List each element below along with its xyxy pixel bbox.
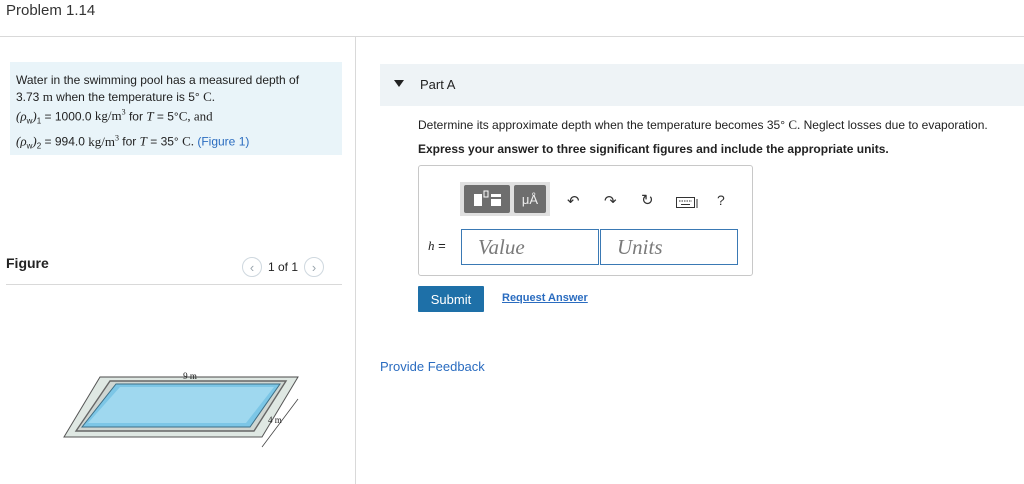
pool-figure: 9 m 4 m <box>63 371 299 448</box>
prev-figure-button[interactable]: ‹ <box>242 257 262 277</box>
problem-title: Problem 1.14 <box>6 2 96 19</box>
figure-link[interactable]: (Figure 1) <box>197 135 249 149</box>
pool-water-highlight <box>88 387 274 423</box>
units-label: μÅ <box>521 191 539 207</box>
problem-statement: Water in the swimming pool has a measure… <box>10 62 342 155</box>
undo-icon[interactable]: ↶ <box>567 192 580 210</box>
problem-line-2: 3.73 m when the temperature is 5° C. <box>16 88 215 104</box>
template-icon <box>474 190 501 206</box>
answer-variable: h = <box>428 238 446 253</box>
units-input[interactable]: Units <box>600 229 738 265</box>
units-button[interactable]: μÅ <box>514 185 546 213</box>
reset-icon[interactable]: ↻ <box>641 191 654 209</box>
help-button[interactable]: ? <box>717 192 725 208</box>
dim-length-label: 9 m <box>183 371 197 381</box>
value-input[interactable]: Value <box>461 229 599 265</box>
part-a-label: Part A <box>420 77 456 92</box>
request-answer-link[interactable]: Request Answer <box>502 292 588 304</box>
problem-line-1: Water in the swimming pool has a measure… <box>16 73 300 87</box>
collapse-triangle-icon[interactable] <box>394 80 404 87</box>
next-figure-button[interactable]: › <box>304 257 325 277</box>
pager-text: 1 of 1 <box>268 260 299 274</box>
provide-feedback-link[interactable]: Provide Feedback <box>380 359 485 374</box>
figure-pager: ‹ 1 of 1 › <box>242 256 325 278</box>
chevron-right-icon: › <box>311 259 317 275</box>
template-button[interactable] <box>464 185 510 213</box>
chevron-left-icon: ‹ <box>249 259 255 275</box>
figure-heading: Figure <box>6 255 49 271</box>
keyboard-icon[interactable] <box>676 197 698 210</box>
header-divider <box>0 36 1024 37</box>
panel-divider <box>355 37 356 484</box>
part-a-question: Determine its approximate depth when the… <box>418 117 988 132</box>
dim-width-label: 4 m <box>268 415 282 425</box>
rho2-line: (ρw)2 = 994.0 kg/m3 for T = 35° C. (Figu… <box>16 133 250 151</box>
figure-divider <box>6 284 342 285</box>
submit-button[interactable]: Submit <box>418 286 484 312</box>
part-a-header[interactable] <box>380 64 1024 106</box>
part-a-instruction: Express your answer to three significant… <box>418 142 889 156</box>
redo-icon[interactable]: ↷ <box>604 192 617 210</box>
rho1-line: (ρw)1 = 1000.0 kg/m3 for T = 5°C, and <box>16 108 213 126</box>
